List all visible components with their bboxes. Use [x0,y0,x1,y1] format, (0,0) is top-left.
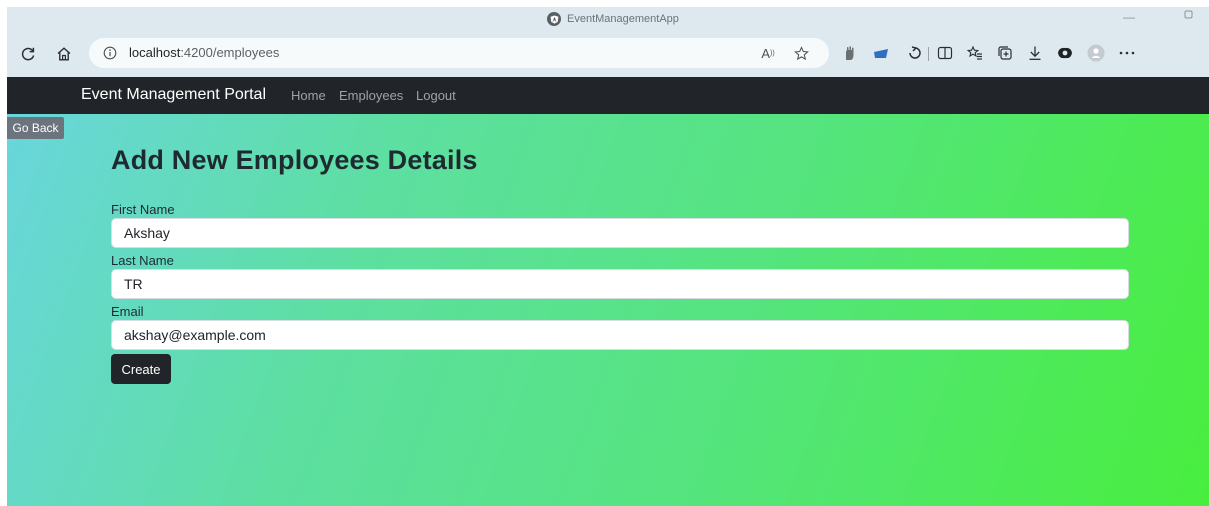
maximize-icon[interactable] [1183,9,1194,23]
create-button[interactable]: Create [111,354,171,384]
address-bar[interactable]: localhost:4200/employees A)) [89,38,829,68]
email-input[interactable] [111,320,1129,350]
browser-toolbar: localhost:4200/employees A)) [7,31,1209,77]
toolbar-divider [928,47,929,61]
browser-window: EventManagementApp — localhost:4200/empl… [7,7,1209,506]
angular-app-icon [547,12,561,26]
favorite-star-icon[interactable] [792,45,810,61]
read-aloud-label: A [761,45,770,61]
more-options-icon[interactable] [1117,43,1137,63]
last-name-input[interactable] [111,269,1129,299]
nav-link-home[interactable]: Home [291,88,326,103]
minimize-icon[interactable]: — [1123,10,1135,24]
extension-folder-icon[interactable] [871,43,891,63]
profile-avatar-icon[interactable] [1086,43,1106,63]
favorites-icon[interactable] [965,43,985,63]
last-name-label: Last Name [111,253,174,268]
page-title: Add New Employees Details [111,145,478,175]
window-title: EventManagementApp [547,11,679,27]
nav-link-logout[interactable]: Logout [416,88,456,103]
page-viewport: Event Management Portal Home Employees L… [7,77,1209,506]
info-icon[interactable] [103,46,117,60]
first-name-input[interactable] [111,218,1129,248]
download-icon[interactable] [1025,43,1045,63]
top-navbar: Event Management Portal Home Employees L… [7,77,1209,114]
extension-app-icon[interactable] [1055,43,1075,63]
refresh-icon[interactable] [17,43,39,65]
extension-puzzle-icon[interactable] [905,43,925,63]
url-text[interactable]: localhost:4200/employees [129,45,279,60]
extension-hand-icon[interactable] [839,43,859,63]
email-label: Email [111,304,144,319]
window-title-text: EventManagementApp [567,13,679,25]
collections-icon[interactable] [995,43,1015,63]
url-path: :4200/employees [180,45,280,60]
main-content: Go Back Add New Employees Details First … [7,114,1209,506]
navbar-brand[interactable]: Event Management Portal [81,86,266,104]
nav-link-employees[interactable]: Employees [339,88,403,103]
url-host: localhost [129,45,181,60]
split-screen-icon[interactable] [935,43,955,63]
go-back-button[interactable]: Go Back [7,117,64,139]
first-name-label: First Name [111,202,175,217]
read-aloud-icon[interactable]: A)) [759,45,777,61]
home-icon[interactable] [53,43,75,65]
title-bar: EventManagementApp — [7,7,1209,31]
